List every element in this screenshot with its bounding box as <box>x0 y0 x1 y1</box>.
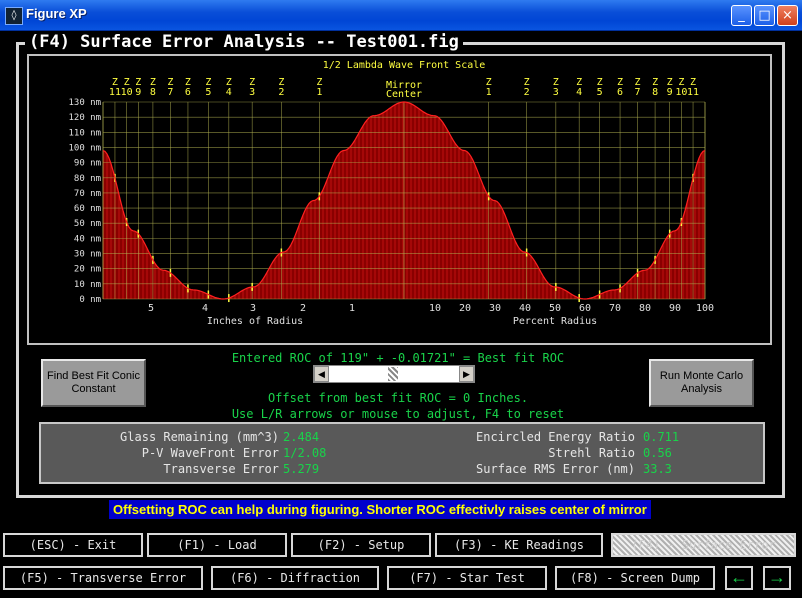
pv-error-value: 1/2.08 <box>283 446 327 460</box>
center-label: Center <box>386 89 422 100</box>
zone-label-number: 6 <box>185 87 191 98</box>
zone-label-number: 9 <box>667 87 673 98</box>
f8-screen-dump-button[interactable]: (F8) - Screen Dump <box>555 566 715 590</box>
y-tick-label: 120 nm <box>68 113 101 123</box>
x-label-inches: Inches of Radius <box>207 316 303 327</box>
y-tick-label: 50 nm <box>74 219 101 229</box>
x-tick-inches: 2 <box>300 303 306 314</box>
encircled-energy-label: Encircled Energy Ratio <box>476 430 635 444</box>
x-tick-percent: 70 <box>609 303 621 314</box>
f4-surface-error-button[interactable]: (F4) - Surface Error <box>611 533 796 557</box>
title-bar: ◊ Figure XP _ □ × <box>0 0 802 31</box>
surface-rms-value: 33.3 <box>643 462 672 476</box>
zone-label-number: 4 <box>576 87 582 98</box>
x-tick-inches: 4 <box>202 303 208 314</box>
slider-right-arrow-icon[interactable]: ▶ <box>459 366 474 382</box>
y-tick-label: 30 nm <box>74 250 101 260</box>
zone-label-number: 9 <box>135 87 141 98</box>
glass-remaining-value: 2.484 <box>283 430 320 444</box>
x-tick-percent: 30 <box>489 303 501 314</box>
chart-title: 1/2 Lambda Wave Front Scale <box>323 60 486 71</box>
x-tick-inches: 5 <box>148 303 154 314</box>
y-tick-label: 90 nm <box>74 159 101 169</box>
f1-load-button[interactable]: (F1) - Load <box>147 533 287 557</box>
arrow-left-icon[interactable]: ← <box>725 566 753 590</box>
esc-exit-button[interactable]: (ESC) - Exit <box>3 533 143 557</box>
f2-setup-button[interactable]: (F2) - Setup <box>291 533 431 557</box>
wavefront-chart: 1/2 Lambda Wave Front Scale Mirror Center 0… <box>27 54 772 345</box>
hint-banner: Offsetting ROC can help during figuring.… <box>109 500 651 519</box>
y-tick-label: 130 nm <box>68 98 101 108</box>
y-tick-label: 60 nm <box>74 204 101 214</box>
zone-label-number: 1 <box>486 87 492 98</box>
maximize-button[interactable]: □ <box>754 5 775 26</box>
y-tick-label: 40 nm <box>74 234 101 244</box>
zone-label-number: 5 <box>597 87 603 98</box>
y-tick-label: 0 nm <box>79 295 101 305</box>
x-tick-percent: 80 <box>639 303 651 314</box>
y-tick-label: 100 nm <box>68 143 101 153</box>
minimize-button[interactable]: _ <box>731 5 752 26</box>
y-tick-label: 80 nm <box>74 174 101 184</box>
transverse-error-value: 5.279 <box>283 462 320 476</box>
f7-star-test-button[interactable]: (F7) - Star Test <box>387 566 547 590</box>
offset-text: Offset from best fit ROC = 0 Inches. <box>267 391 529 405</box>
strehl-ratio-label: Strehl Ratio <box>548 446 635 460</box>
x-tick-inches: 1 <box>349 303 355 314</box>
zone-label-number: 11 <box>109 87 121 98</box>
zone-label-number: 3 <box>249 87 255 98</box>
client-area: (F4) Surface Error Analysis -- Test001.f… <box>3 31 799 595</box>
wavefront-chart-svg: 1/2 Lambda Wave Front ScaleMirrorCenter0… <box>68 60 714 327</box>
app-icon[interactable]: ◊ <box>5 7 23 25</box>
close-button[interactable]: × <box>777 5 798 26</box>
zone-label-number: 8 <box>652 87 658 98</box>
x-tick-percent: 10 <box>429 303 441 314</box>
window-title: Figure XP <box>26 6 87 21</box>
x-tick-percent: 60 <box>579 303 591 314</box>
x-tick-percent: 40 <box>519 303 531 314</box>
x-tick-percent: 100 <box>696 303 714 314</box>
f6-diffraction-button[interactable]: (F6) - Diffraction <box>211 566 379 590</box>
transverse-error-label: Transverse Error <box>163 462 279 476</box>
zone-label-number: 7 <box>635 87 641 98</box>
y-tick-label: 110 nm <box>68 128 101 138</box>
zone-label-number: 5 <box>205 87 211 98</box>
zone-label-number: 4 <box>226 87 232 98</box>
glass-remaining-label: Glass Remaining (mm^3) <box>120 430 279 444</box>
zone-label-number: 1 <box>316 87 322 98</box>
roc-offset-slider[interactable]: ◀ ▶ <box>313 365 475 383</box>
entered-roc-text: Entered ROC of 119" + -0.01721" = Best f… <box>231 351 565 365</box>
zone-label-number: 3 <box>553 87 559 98</box>
y-tick-label: 10 nm <box>74 280 101 290</box>
x-tick-percent: 90 <box>669 303 681 314</box>
zone-label-number: 7 <box>167 87 173 98</box>
slider-thumb[interactable] <box>388 367 398 381</box>
stats-panel: Glass Remaining (mm^3) 2.484 P-V WaveFro… <box>39 422 765 484</box>
f5-transverse-error-button[interactable]: (F5) - Transverse Error <box>3 566 203 590</box>
zone-label-number: 11 <box>687 87 699 98</box>
find-best-fit-conic-button[interactable]: Find Best Fit Conic Constant <box>41 359 146 407</box>
slider-left-arrow-icon[interactable]: ◀ <box>314 366 329 382</box>
zone-label-number: 10 <box>121 87 133 98</box>
zone-label-number: 8 <box>150 87 156 98</box>
frame-title: (F4) Surface Error Analysis -- Test001.f… <box>25 32 463 52</box>
y-tick-label: 70 nm <box>74 189 101 199</box>
zone-label-number: 6 <box>617 87 623 98</box>
arrow-right-icon[interactable]: → <box>763 566 791 590</box>
x-tick-percent: 50 <box>549 303 561 314</box>
x-tick-inches: 3 <box>250 303 256 314</box>
x-label-percent: Percent Radius <box>513 316 597 327</box>
zone-label-number: 10 <box>675 87 687 98</box>
surface-rms-label: Surface RMS Error (nm) <box>476 462 635 476</box>
strehl-ratio-value: 0.56 <box>643 446 672 460</box>
run-monte-carlo-button[interactable]: Run Monte Carlo Analysis <box>649 359 754 407</box>
pv-error-label: P-V WaveFront Error <box>141 446 279 460</box>
y-tick-label: 20 nm <box>74 265 101 275</box>
zone-label-number: 2 <box>524 87 530 98</box>
zone-label-number: 2 <box>278 87 284 98</box>
f3-ke-readings-button[interactable]: (F3) - KE Readings <box>435 533 603 557</box>
x-tick-percent: 20 <box>459 303 471 314</box>
instructions-text: Use L/R arrows or mouse to adjust, F4 to… <box>231 407 565 421</box>
encircled-energy-value: 0.711 <box>643 430 680 444</box>
